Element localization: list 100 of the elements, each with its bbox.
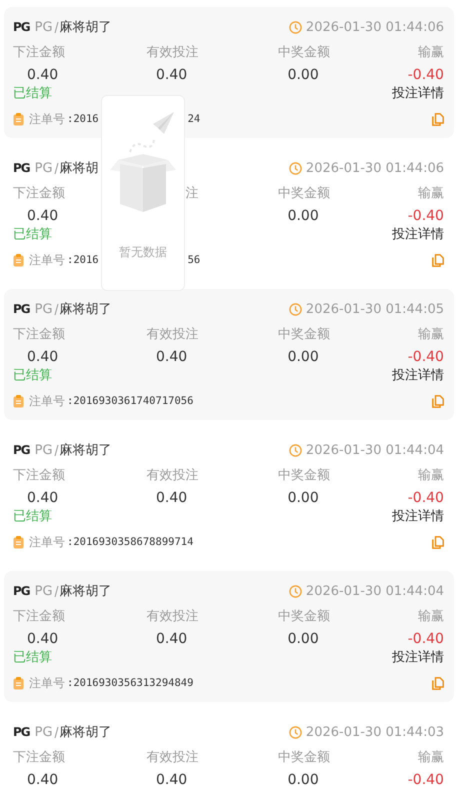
stat-value: -0.40 xyxy=(408,630,444,649)
stat-label: 输赢 xyxy=(418,44,444,62)
stat-label: 下注金额 xyxy=(13,44,66,62)
copy-icon[interactable] xyxy=(432,394,444,408)
bet-time: 2026-01-30 01:44:03 xyxy=(306,724,444,740)
bet-time: 2026-01-30 01:44:04 xyxy=(306,584,444,598)
logo: PG xyxy=(13,725,30,739)
clock-icon xyxy=(288,584,302,598)
bet-details-link[interactable]: 投注详情 xyxy=(392,649,444,667)
order-number: :2016 xyxy=(67,254,99,266)
bet-details-link[interactable]: 投注详情 xyxy=(392,226,444,244)
stat-value: 0.00 xyxy=(288,66,319,85)
stat-label: 下注金额 xyxy=(13,467,66,485)
settled-status: 已结算 xyxy=(13,508,52,526)
provider-name: PG xyxy=(34,584,53,598)
stat-value: 0.00 xyxy=(288,207,319,226)
order-number-label: 注单号 xyxy=(29,534,65,550)
stat-label: 中奖金额 xyxy=(277,44,330,62)
slash-icon xyxy=(54,302,59,316)
stat-label: 有效投注 xyxy=(146,467,199,485)
order-number: 24 xyxy=(188,113,200,125)
stat-value: 0.40 xyxy=(26,348,58,367)
stat-value: 0.40 xyxy=(156,489,188,508)
order-number-label: 注单号 xyxy=(29,252,65,268)
provider-name: PG xyxy=(34,442,53,458)
game-name: 麻将胡了 xyxy=(60,301,112,318)
stat-value: 0.40 xyxy=(26,66,58,85)
settled-status: 已结算 xyxy=(13,85,52,103)
stat-value: -0.40 xyxy=(408,66,444,85)
stat-value: -0.40 xyxy=(408,207,444,226)
copy-icon[interactable] xyxy=(432,254,444,266)
copy-icon[interactable] xyxy=(432,676,444,690)
game-name: 麻将胡了 xyxy=(60,583,112,600)
clock-icon xyxy=(288,20,302,34)
bet-time: 2026-01-30 01:44:06 xyxy=(306,20,444,34)
slash-icon xyxy=(54,444,59,456)
logo: PG xyxy=(13,584,30,598)
order-number-label: 注单号 xyxy=(29,110,65,128)
bet-time: 2026-01-30 01:44:06 xyxy=(306,160,444,176)
order-number: :2016930356313294849 xyxy=(67,677,194,689)
stat-label: 下注金额 xyxy=(13,326,66,344)
clipboard-icon xyxy=(13,254,24,266)
bet-details-link[interactable]: 投注详情 xyxy=(392,367,444,385)
stat-value: 0.40 xyxy=(26,489,58,508)
stat-label: 输赢 xyxy=(418,749,444,767)
stat-value: -0.40 xyxy=(408,771,444,786)
order-number: :2016 xyxy=(67,113,99,125)
stat-value: 0.40 xyxy=(156,771,188,786)
provider-name: PG xyxy=(34,724,53,740)
slash-icon xyxy=(54,162,59,174)
stat-value: -0.40 xyxy=(408,489,444,508)
stat-label: 输赢 xyxy=(418,467,444,485)
bet-details-link[interactable]: 投注详情 xyxy=(392,85,444,103)
clock-icon xyxy=(288,162,302,174)
clock-icon xyxy=(288,302,302,316)
slash-icon xyxy=(54,20,59,34)
stat-value: 0.40 xyxy=(26,207,58,226)
stat-value: 0.40 xyxy=(156,348,188,367)
logo: PG xyxy=(13,20,30,34)
slash-icon xyxy=(54,726,59,738)
settled-status: 已结算 xyxy=(13,367,52,385)
order-number: 56 xyxy=(188,254,200,266)
provider-name: PG xyxy=(34,20,53,34)
clock-icon xyxy=(288,726,302,738)
order-number-label: 注单号 xyxy=(29,392,65,410)
clipboard-icon xyxy=(13,536,24,548)
empty-state-text: 暂无数据 xyxy=(119,244,167,261)
stat-value: 0.00 xyxy=(288,771,319,786)
settled-status: 已结算 xyxy=(13,649,52,667)
stat-label: 输赢 xyxy=(418,326,444,344)
order-number: :2016930361740717056 xyxy=(67,395,194,407)
stat-label: 下注金额 xyxy=(13,749,66,767)
clock-icon xyxy=(288,444,302,456)
stat-label: 下注金额 xyxy=(13,185,66,203)
stat-value: 0.00 xyxy=(288,489,319,508)
copy-icon[interactable] xyxy=(432,536,444,548)
stat-value: 0.40 xyxy=(156,630,188,649)
copy-icon[interactable] xyxy=(432,112,444,126)
stat-label: 中奖金额 xyxy=(277,749,330,767)
game-name: 麻将胡了 xyxy=(60,442,112,459)
clipboard-icon xyxy=(13,676,24,690)
provider-name: PG xyxy=(34,160,53,176)
clipboard-icon xyxy=(13,394,24,408)
bet-time: 2026-01-30 01:44:05 xyxy=(306,302,444,316)
stat-value: 0.40 xyxy=(26,771,58,786)
stat-value: 0.00 xyxy=(288,630,319,649)
stat-value: 0.00 xyxy=(288,348,319,367)
provider-name: PG xyxy=(34,302,53,316)
game-name: 麻将胡了 xyxy=(60,19,112,36)
clipboard-icon xyxy=(13,112,24,126)
stat-label: 输赢 xyxy=(418,185,444,203)
bet-details-link[interactable]: 投注详情 xyxy=(392,508,444,526)
stat-label: 有效投注 xyxy=(146,44,199,62)
slash-icon xyxy=(54,584,59,598)
stat-value: 0.40 xyxy=(156,66,188,85)
logo: PG xyxy=(13,161,30,175)
game-name: 麻将胡 xyxy=(60,160,99,177)
logo: PG xyxy=(13,443,30,457)
bet-time: 2026-01-30 01:44:04 xyxy=(306,442,444,458)
stat-label: 下注金额 xyxy=(13,608,66,626)
